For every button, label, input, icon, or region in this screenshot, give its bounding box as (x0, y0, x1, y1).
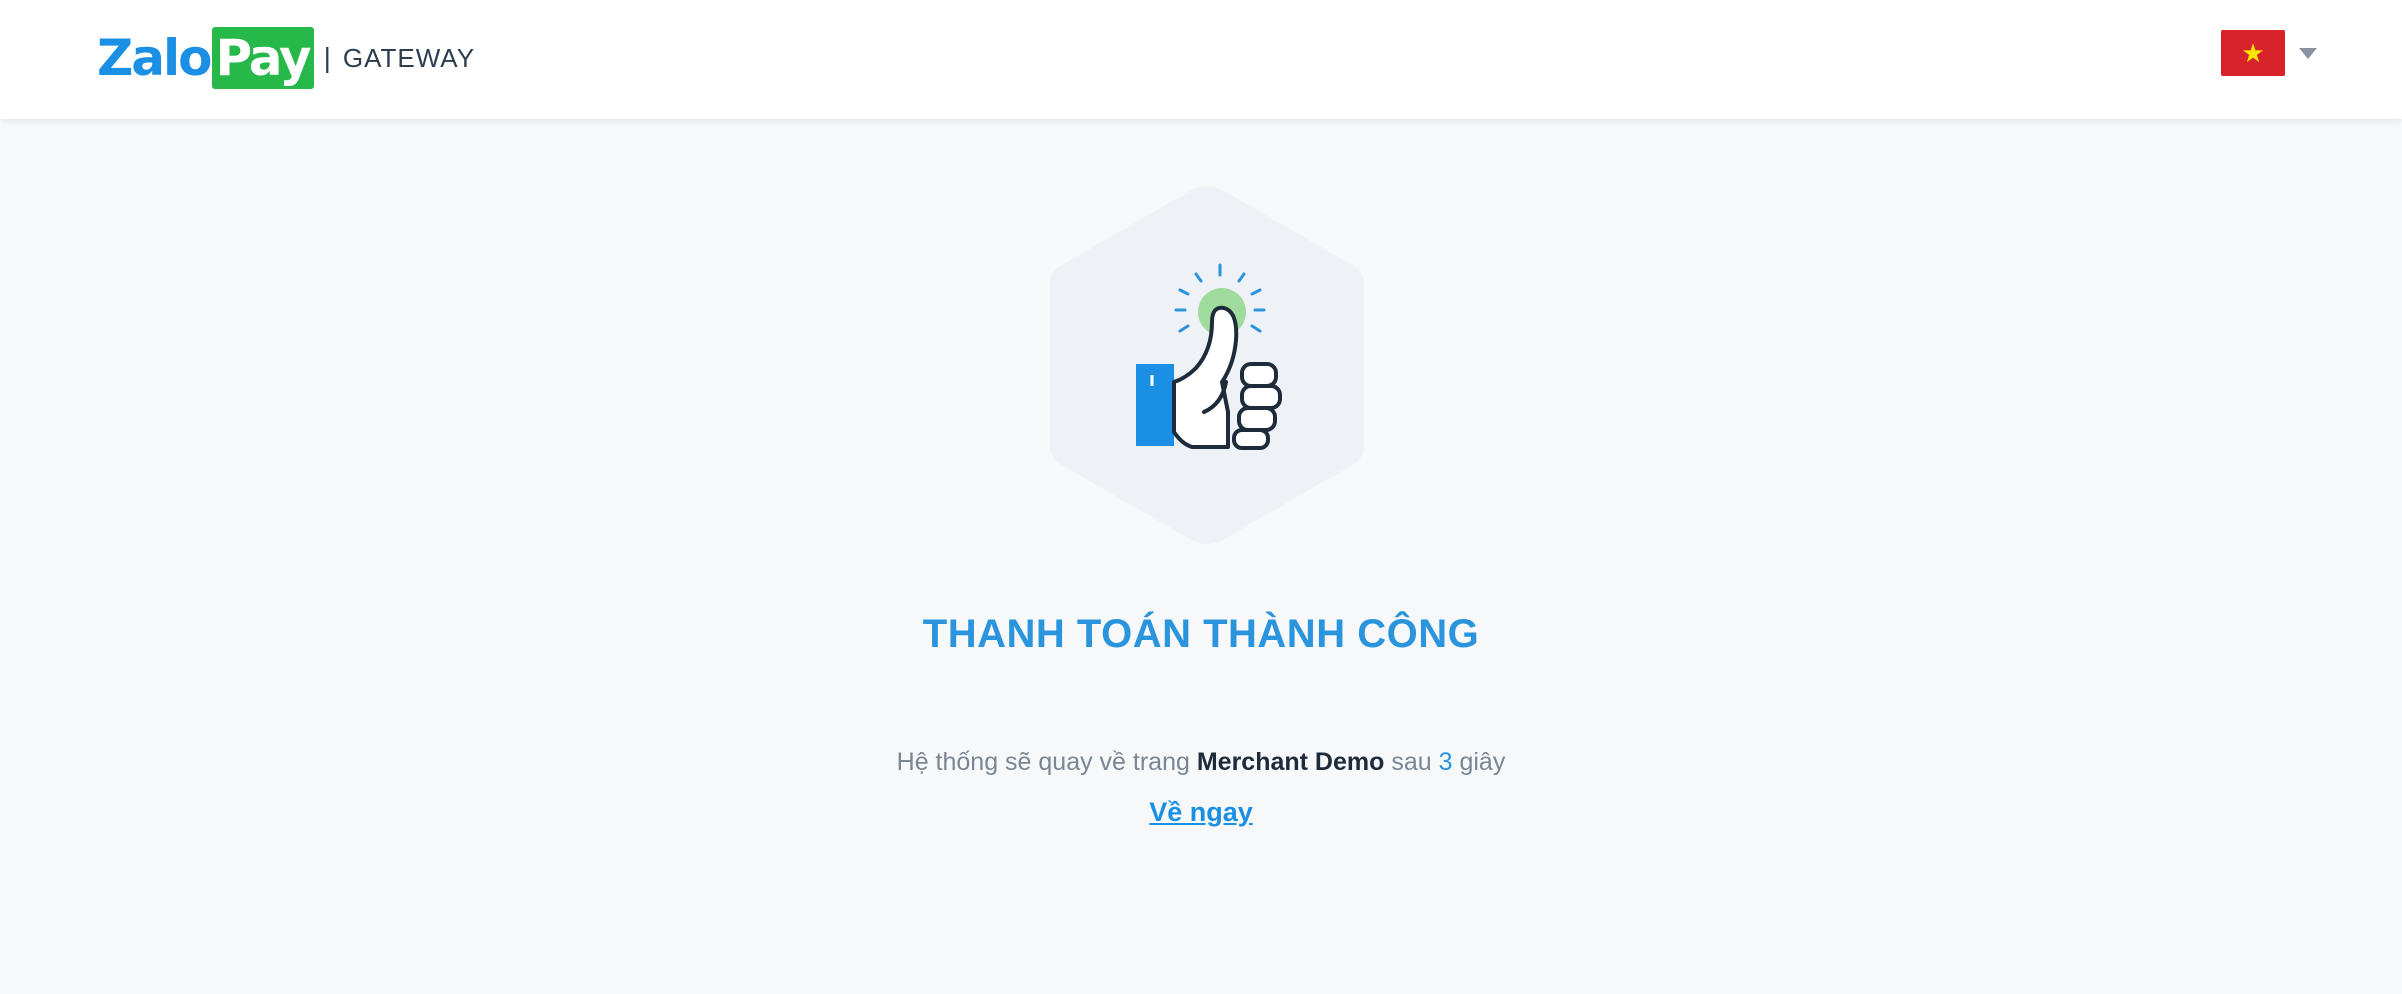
logo-zalo-text: Zalo (97, 29, 212, 87)
success-illustration (1046, 182, 1368, 548)
vietnam-flag-icon[interactable]: ★ (2221, 30, 2285, 76)
logo-pay-text: Pay (212, 27, 314, 89)
star-icon: ★ (2241, 38, 2265, 68)
message-prefix: Hệ thống sẽ quay về trang (896, 748, 1190, 776)
payment-success-title: THANH TOÁN THÀNH CÔNG (922, 612, 1480, 656)
countdown-value: 3 (1438, 748, 1453, 776)
logo-separator: | (323, 42, 331, 73)
language-selector[interactable]: ★ (2221, 30, 2317, 76)
zalopay-logo[interactable]: Zalo Pay | GATEWAY (97, 27, 475, 89)
chevron-down-icon[interactable] (2299, 47, 2317, 59)
merchant-name: Merchant Demo (1196, 748, 1385, 776)
message-suffix: giây (1459, 748, 1506, 776)
gateway-label: GATEWAY (342, 42, 476, 73)
redirect-message: Hệ thống sẽ quay về trang Merchant Demo … (0, 748, 2402, 777)
return-link-wrapper: Về ngay (0, 797, 2402, 828)
thumbs-up-icon (1050, 186, 1364, 544)
message-mid: sau (1391, 748, 1432, 776)
return-now-link[interactable]: Về ngay (1149, 797, 1253, 827)
top-header: Zalo Pay | GATEWAY ★ (0, 0, 2402, 119)
